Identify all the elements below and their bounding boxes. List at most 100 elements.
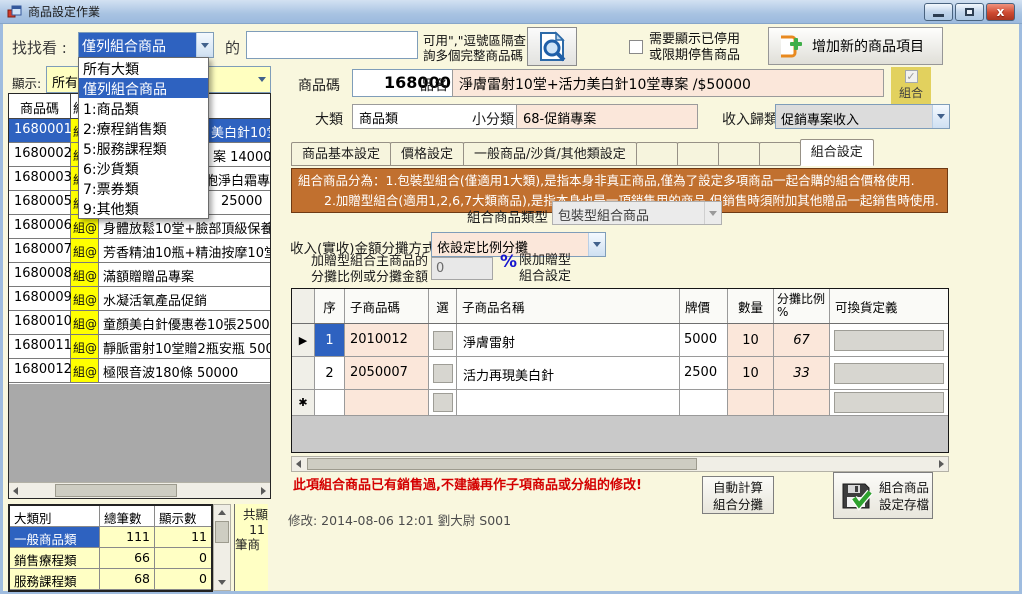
exchange-button[interactable] xyxy=(834,330,944,351)
scrollbar-thumb[interactable] xyxy=(55,484,177,497)
search-button[interactable] xyxy=(527,27,577,66)
window-title: 商品設定作業 xyxy=(28,3,100,20)
grid-row[interactable]: 2 2050007 活力再現美白針 2500 10 33 xyxy=(292,357,948,390)
scroll-up-icon[interactable] xyxy=(218,510,226,515)
product-row[interactable]: 1680008 組@ 滿額贈贈品專案 xyxy=(9,263,270,287)
combo-type-combobox: 包裝型組合商品 xyxy=(552,201,722,225)
pick-button[interactable] xyxy=(433,393,453,412)
summary-row[interactable]: 銷售療程類 66 0 xyxy=(10,548,211,569)
category-combobox[interactable]: 僅列組合商品 xyxy=(78,32,214,58)
pick-button[interactable] xyxy=(433,364,453,383)
exchange-cell[interactable] xyxy=(830,357,948,389)
combo-badge: 組@ xyxy=(71,335,99,358)
add-product-label: 增加新的商品項目 xyxy=(812,36,924,56)
major-category-label: 大類 xyxy=(315,109,343,129)
summary-header-category: 大類別 xyxy=(10,506,100,527)
exchange-cell[interactable] xyxy=(830,324,948,356)
dropdown-item[interactable]: 1:商品類 xyxy=(79,98,208,118)
tab-general-settings[interactable]: 一般商品/沙貨/其他類設定 xyxy=(463,142,637,166)
app-icon xyxy=(7,5,22,19)
grid-header-price: 牌價 xyxy=(680,289,728,323)
dropdown-item[interactable]: 5:服務課程類 xyxy=(79,138,208,158)
chevron-down-icon xyxy=(709,211,717,216)
category-dropdown-list: 所有大類 僅列組合商品 1:商品類 2:療程銷售類 5:服務課程類 6:沙貨類 … xyxy=(78,57,209,219)
checked-checkbox-icon[interactable]: ✓ xyxy=(905,70,918,83)
pick-cell[interactable] xyxy=(429,357,457,389)
subcategory-dropdown-button[interactable] xyxy=(253,67,270,92)
scrollbar-thumb[interactable] xyxy=(215,521,229,543)
current-row-icon: ▶ xyxy=(292,324,315,356)
income-class-combobox[interactable]: 促銷專案收入 xyxy=(775,104,950,129)
display-filter-label: 顯示: xyxy=(12,73,41,92)
product-row[interactable]: 1680010 組@ 童顏美白針優惠卷10張25000 xyxy=(9,311,270,335)
close-button[interactable]: x xyxy=(986,3,1015,21)
summary-row[interactable]: 服務課程類 68 0 xyxy=(10,569,211,590)
dropdown-item[interactable]: 2:療程銷售類 xyxy=(79,118,208,138)
tab-combo-settings[interactable]: 組合設定 xyxy=(800,139,874,166)
dropdown-item[interactable]: 7:票券類 xyxy=(79,178,208,198)
grid-header-row: 序 子商品碼 選 子商品名稱 牌價 數量 分攤比例 % 可換貨定義 xyxy=(292,289,948,324)
scrollbar-thumb[interactable] xyxy=(307,458,697,470)
bonus-ratio-label: 加贈型組合主商品的 分攤比例或分攤金額 xyxy=(303,254,428,286)
add-product-button[interactable]: 增加新的商品項目 xyxy=(768,27,943,65)
chevron-down-icon xyxy=(937,114,945,119)
minor-category-value[interactable]: 68-促銷專案 xyxy=(516,104,698,129)
combo-type-value: 包裝型組合商品 xyxy=(553,202,704,224)
pick-cell[interactable] xyxy=(429,390,457,415)
scroll-left-icon[interactable] xyxy=(296,460,301,468)
summary-row[interactable]: 一般商品類 111 11 xyxy=(10,527,211,548)
product-row[interactable]: 1680007 組@ 芳香精油10瓶+精油按摩10堂 25000 xyxy=(9,239,270,263)
search-icon xyxy=(536,31,568,62)
last-modified-text: 修改: 2014-08-06 12:01 劉大尉 S001 xyxy=(288,510,511,529)
combo-badge: 組@ xyxy=(71,359,99,382)
code-field-label: 商品碼 xyxy=(298,75,340,95)
exchange-button[interactable] xyxy=(834,392,944,413)
income-dropdown-button[interactable] xyxy=(932,105,949,128)
grid-header-ratio: 分攤比例 % xyxy=(774,289,830,323)
code-search-input[interactable] xyxy=(246,31,418,59)
scroll-right-icon[interactable] xyxy=(261,487,266,495)
restore-button[interactable] xyxy=(955,3,984,21)
category-combobox-dropdown-button[interactable] xyxy=(196,33,213,57)
combo-badge: 組@ xyxy=(71,287,99,310)
combo-badge: 組@ xyxy=(71,239,99,262)
save-combo-button[interactable]: 組合商品 設定存檔 xyxy=(833,472,933,519)
pick-cell[interactable] xyxy=(429,324,457,356)
pick-button[interactable] xyxy=(433,331,453,350)
sold-warning-text: 此項組合商品已有銷售過,不建議再作子項商品或分組的修改! xyxy=(293,474,642,493)
allocation-dropdown-button[interactable] xyxy=(588,233,605,256)
grid-row[interactable]: ▶ 1 2010012 淨膚雷射 5000 10 67 xyxy=(292,324,948,357)
scroll-right-icon[interactable] xyxy=(939,460,944,468)
summary-vscrollbar[interactable] xyxy=(213,504,231,591)
combo-badge: 組@ xyxy=(71,263,99,286)
product-list-hscrollbar[interactable] xyxy=(9,482,270,498)
tab-basic-settings[interactable]: 商品基本設定 xyxy=(291,142,391,166)
product-row[interactable]: 1680009 組@ 水凝活氧產品促銷 xyxy=(9,287,270,311)
dropdown-item[interactable]: 所有大類 xyxy=(79,58,208,78)
grid-new-row[interactable]: ✱ xyxy=(292,390,948,416)
exchange-button[interactable] xyxy=(834,363,944,384)
dropdown-item-selected[interactable]: 僅列組合商品 xyxy=(79,78,208,98)
search-hint: 可用","逗號區隔查 詢多個完整商品碼 xyxy=(423,33,526,63)
dropdown-item[interactable]: 9:其他類 xyxy=(79,198,208,218)
product-row[interactable]: 1680011 組@ 靜脈雷射10堂贈2瓶安瓶 50000 xyxy=(9,335,270,359)
exchange-cell[interactable] xyxy=(830,390,948,415)
minor-category-label: 小分類 xyxy=(472,109,514,129)
find-label: 找找看 : xyxy=(12,37,67,58)
minimize-button[interactable] xyxy=(924,3,953,21)
dropdown-item[interactable]: 6:沙貨類 xyxy=(79,158,208,178)
product-row[interactable]: 1680012 組@ 極限音波180條 50000 xyxy=(9,359,270,383)
tab-price-settings[interactable]: 價格設定 xyxy=(390,142,464,166)
chevron-down-icon xyxy=(201,43,209,48)
grid-header-selector xyxy=(292,289,315,323)
summary-header-shown: 顯示數 xyxy=(155,506,211,527)
auto-calc-button[interactable]: 自動計算 組合分攤 xyxy=(702,476,774,514)
summary-header-total: 總筆數 xyxy=(100,506,155,527)
scroll-left-icon[interactable] xyxy=(13,487,18,495)
show-disabled-label: 需要顯示已停用 或限期停售商品 xyxy=(649,32,740,64)
show-disabled-checkbox[interactable] xyxy=(629,40,643,54)
grid-hscrollbar[interactable] xyxy=(291,456,949,472)
chevron-down-icon xyxy=(593,242,601,247)
name-field-value[interactable]: 淨膚雷射10堂+活力美白針10堂專案 /$50000 xyxy=(452,69,884,97)
scroll-down-icon[interactable] xyxy=(218,580,226,585)
